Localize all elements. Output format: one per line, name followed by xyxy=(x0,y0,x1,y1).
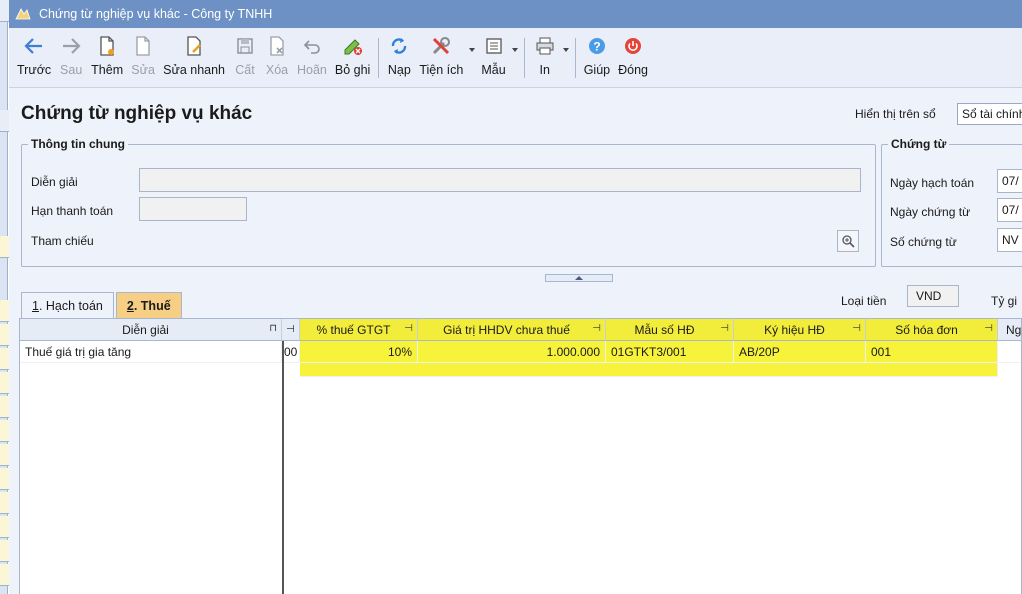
cell-invoice-template[interactable]: 01GTKT3/001 xyxy=(606,341,734,363)
voucher-no-input[interactable]: NV xyxy=(997,228,1022,252)
table-row[interactable] xyxy=(20,363,1021,385)
due-date-label: Hạn thanh toán xyxy=(31,204,114,218)
display-on-label: Hiển thị trên sổ xyxy=(855,107,936,121)
printer-icon xyxy=(533,34,557,58)
close-button[interactable]: Đóng xyxy=(614,34,652,84)
due-date-input[interactable] xyxy=(139,197,247,221)
undo-icon xyxy=(300,34,324,58)
general-info-legend: Thông tin chung xyxy=(31,137,125,151)
unpost-icon xyxy=(341,34,365,58)
quick-edit-icon xyxy=(182,34,206,58)
arrow-right-icon xyxy=(59,34,83,58)
voucher-date-input[interactable]: 07/ xyxy=(997,198,1022,222)
column-header-pre-tax-value[interactable]: Giá trị HHDV chưa thuế ⊣ xyxy=(418,319,606,341)
collapse-arrow-icon xyxy=(575,276,583,280)
column-header-invoice-series[interactable]: Ký hiệu HĐ ⊣ xyxy=(734,319,866,341)
help-icon: ? xyxy=(585,34,609,58)
posting-date-input[interactable]: 07/ xyxy=(997,169,1022,193)
pin-icon[interactable]: ⊣ xyxy=(984,323,993,334)
edit-document-icon xyxy=(131,34,155,58)
detail-tabs: 1. Hạch toán 2. Thuế xyxy=(21,292,184,318)
next-button[interactable]: Sau xyxy=(55,34,87,84)
app-icon xyxy=(15,8,31,20)
description-input[interactable] xyxy=(139,168,861,192)
cell-pre-tax-value[interactable]: 1.000.000 xyxy=(418,341,606,363)
save-button[interactable]: Cất xyxy=(229,34,261,84)
collapse-panel-handle[interactable] xyxy=(545,274,613,282)
cell-vat-rate[interactable]: 10% xyxy=(300,341,418,363)
svg-text:?: ? xyxy=(593,40,600,54)
pin-icon[interactable]: ⊣ xyxy=(852,323,861,334)
cell-hidden[interactable]: 00 xyxy=(282,341,300,363)
utilities-dropdown-arrow[interactable] xyxy=(467,34,477,84)
template-button[interactable]: Mẫu xyxy=(477,34,509,84)
tab-accounting[interactable]: 1. Hạch toán xyxy=(21,292,114,318)
tab-tax[interactable]: 2. Thuế xyxy=(115,292,182,318)
pin-icon[interactable]: ⊓ xyxy=(269,323,277,334)
exchange-rate-label: Tỷ gi xyxy=(991,294,1018,308)
toolbar-separator xyxy=(574,38,576,78)
ledger-select[interactable]: Sổ tài chính xyxy=(957,103,1022,125)
quick-edit-button[interactable]: Sửa nhanh xyxy=(159,34,229,84)
postpone-button[interactable]: Hoãn xyxy=(293,34,331,84)
delete-button[interactable]: Xóa xyxy=(261,34,293,84)
print-dropdown-arrow[interactable] xyxy=(561,34,571,84)
toolbar: Trước Sau Thêm Sửa Sửa nhanh Cất Xóa Hoã… xyxy=(9,28,1022,88)
tax-grid: Diễn giải ⊓ ⊣ % thuế GTGT ⊣ Giá trị HHDV… xyxy=(19,318,1022,594)
template-dropdown-arrow[interactable] xyxy=(510,34,520,84)
voucher-window: Chứng từ nghiệp vụ khác - Công ty TNHH T… xyxy=(9,0,1022,594)
voucher-legend: Chứng từ xyxy=(891,137,947,151)
description-label: Diễn giải xyxy=(31,175,78,189)
toolbar-separator xyxy=(523,38,525,78)
pin-icon[interactable]: ⊣ xyxy=(404,323,413,334)
voucher-no-label: Số chứng từ xyxy=(890,235,957,249)
frozen-column-divider xyxy=(282,341,284,594)
save-icon xyxy=(233,34,257,58)
currency-label: Loại tiền xyxy=(841,294,887,308)
previous-button[interactable]: Trước xyxy=(13,34,55,84)
cell-invoice-series[interactable]: AB/20P xyxy=(734,341,866,363)
column-header-hidden[interactable]: ⊣ xyxy=(282,319,300,341)
form-content: Chứng từ nghiệp vụ khác Hiển thị trên sổ… xyxy=(9,89,1022,594)
arrow-left-icon xyxy=(22,34,46,58)
toolbar-separator xyxy=(378,38,380,78)
pin-icon[interactable]: ⊣ xyxy=(720,323,729,334)
reload-button[interactable]: Nạp xyxy=(383,34,415,84)
utilities-button[interactable]: Tiện ích xyxy=(415,34,467,84)
voucher-date-label: Ngày chứng từ xyxy=(890,205,971,219)
cell-invoice-date[interactable] xyxy=(998,341,1021,363)
column-header-invoice-no[interactable]: Số hóa đơn ⊣ xyxy=(866,319,998,341)
column-header-invoice-date[interactable]: Ng xyxy=(998,319,1021,341)
grid-header: Diễn giải ⊓ ⊣ % thuế GTGT ⊣ Giá trị HHDV… xyxy=(20,319,1021,341)
unpost-button[interactable]: Bỏ ghi xyxy=(331,34,374,84)
reference-search-button[interactable] xyxy=(837,230,859,252)
reference-label: Tham chiếu xyxy=(31,234,94,248)
column-header-description[interactable]: Diễn giải ⊓ xyxy=(20,319,282,341)
posting-date-label: Ngày hạch toán xyxy=(890,176,975,190)
window-title: Chứng từ nghiệp vụ khác - Công ty TNHH xyxy=(39,7,273,21)
magnifier-icon xyxy=(842,235,855,248)
column-header-vat-rate[interactable]: % thuế GTGT ⊣ xyxy=(300,319,418,341)
background-window-edge xyxy=(0,0,11,594)
help-button[interactable]: ? Giúp xyxy=(580,34,614,84)
add-document-icon xyxy=(95,34,119,58)
table-row[interactable]: Thuế giá trị gia tăng 00 10% 1.000.000 0… xyxy=(20,341,1021,363)
cell-invoice-no[interactable]: 001 xyxy=(866,341,998,363)
column-header-invoice-template[interactable]: Mẫu số HĐ ⊣ xyxy=(606,319,734,341)
title-bar[interactable]: Chứng từ nghiệp vụ khác - Công ty TNHH xyxy=(9,0,1022,28)
tools-icon xyxy=(429,34,453,58)
refresh-icon xyxy=(387,34,411,58)
power-icon xyxy=(621,34,645,58)
print-button[interactable]: In xyxy=(529,34,561,84)
pin-icon[interactable]: ⊣ xyxy=(286,324,295,335)
edit-button[interactable]: Sửa xyxy=(127,34,159,84)
delete-icon xyxy=(265,34,289,58)
add-button[interactable]: Thêm xyxy=(87,34,127,84)
template-icon xyxy=(482,34,506,58)
pin-icon[interactable]: ⊣ xyxy=(592,323,601,334)
page-title: Chứng từ nghiệp vụ khác xyxy=(21,103,253,124)
highlight-band xyxy=(300,363,998,377)
cell-description[interactable]: Thuế giá trị gia tăng xyxy=(20,341,282,363)
currency-select[interactable]: VND xyxy=(907,285,959,307)
